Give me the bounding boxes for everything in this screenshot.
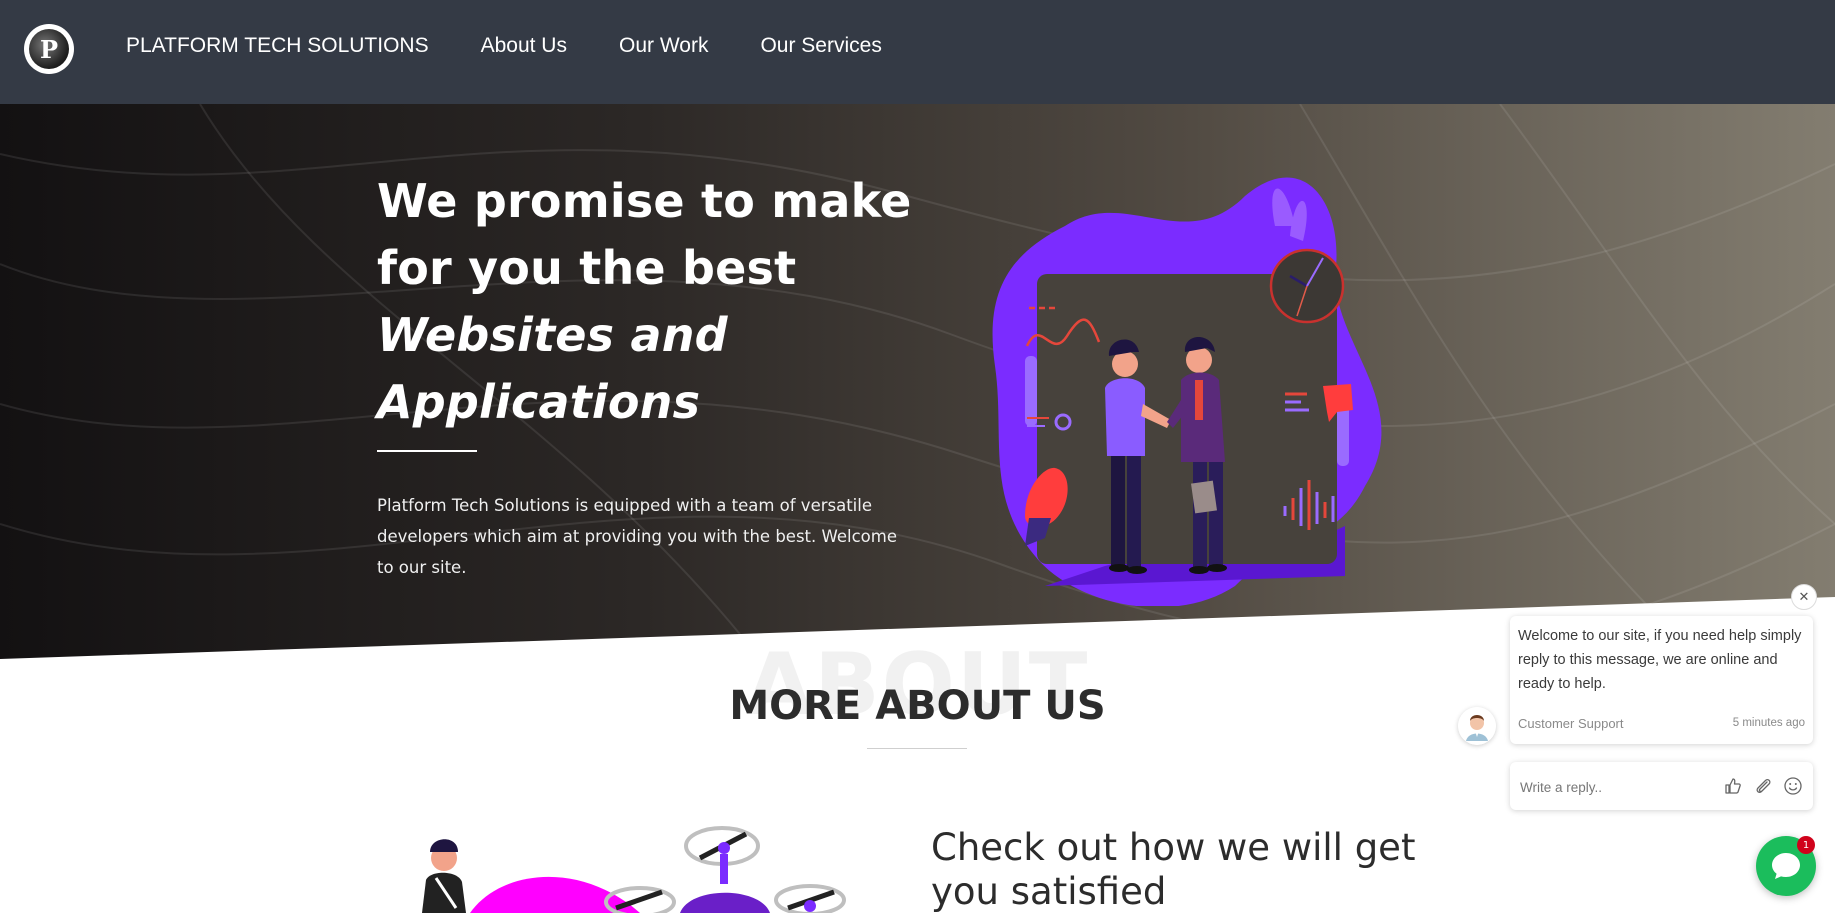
nav-link-our-work[interactable]: Our Work [619, 34, 708, 58]
nav-link-about-us[interactable]: About Us [481, 34, 567, 58]
hero-divider [377, 450, 477, 452]
drone-illustration [422, 826, 846, 913]
thumbs-up-icon[interactable] [1723, 776, 1743, 796]
hero-description: Platform Tech Solutions is equipped with… [377, 496, 897, 577]
chat-unread-badge: 1 [1797, 836, 1815, 854]
chat-timestamp: 5 minutes ago [1732, 717, 1805, 729]
chat-agent-avatar [1458, 707, 1496, 745]
chat-close-button[interactable]: ✕ [1791, 584, 1817, 610]
nav-link-our-services[interactable]: Our Services [760, 34, 881, 58]
hero-title: We promise to make for you the best Webs… [377, 168, 912, 436]
chat-tools [1723, 776, 1803, 796]
chat-agent-name: Customer Support [1518, 716, 1624, 731]
chat-welcome-message: Welcome to our site, if you need help si… [1518, 628, 1802, 692]
chat-reply-input[interactable] [1518, 774, 1712, 800]
nav-brand-link[interactable]: PLATFORM TECH SOLUTIONS [126, 34, 429, 58]
support-agent-avatar-icon [1458, 707, 1496, 745]
about-divider [867, 748, 967, 749]
paperclip-icon[interactable] [1753, 776, 1773, 796]
nav-links: PLATFORM TECH SOLUTIONS About Us Our Wor… [126, 34, 882, 58]
chat-reply-box [1510, 762, 1813, 810]
hero-wave-pattern [0, 104, 1835, 659]
hero-title-line-2: for you the best [377, 241, 797, 295]
chat-message-card: Welcome to our site, if you need help si… [1510, 616, 1813, 744]
chat-bubble-icon [1772, 853, 1800, 879]
top-navbar: P PLATFORM TECH SOLUTIONS About Us Our W… [0, 0, 1835, 104]
emoji-icon[interactable] [1783, 776, 1803, 796]
hero-title-line-3: Websites and [377, 308, 728, 362]
brand-logo[interactable]: P [24, 24, 74, 74]
hero-title-line-4: Applications [377, 375, 701, 429]
logo-p-icon: P [29, 29, 69, 69]
hero-title-line-1: We promise to make [377, 174, 912, 228]
hero-section: We promise to make for you the best Webs… [0, 104, 1835, 659]
about-subtitle: Check out how we will get you satisfied [931, 826, 1416, 913]
handshake-illustration [992, 177, 1382, 606]
